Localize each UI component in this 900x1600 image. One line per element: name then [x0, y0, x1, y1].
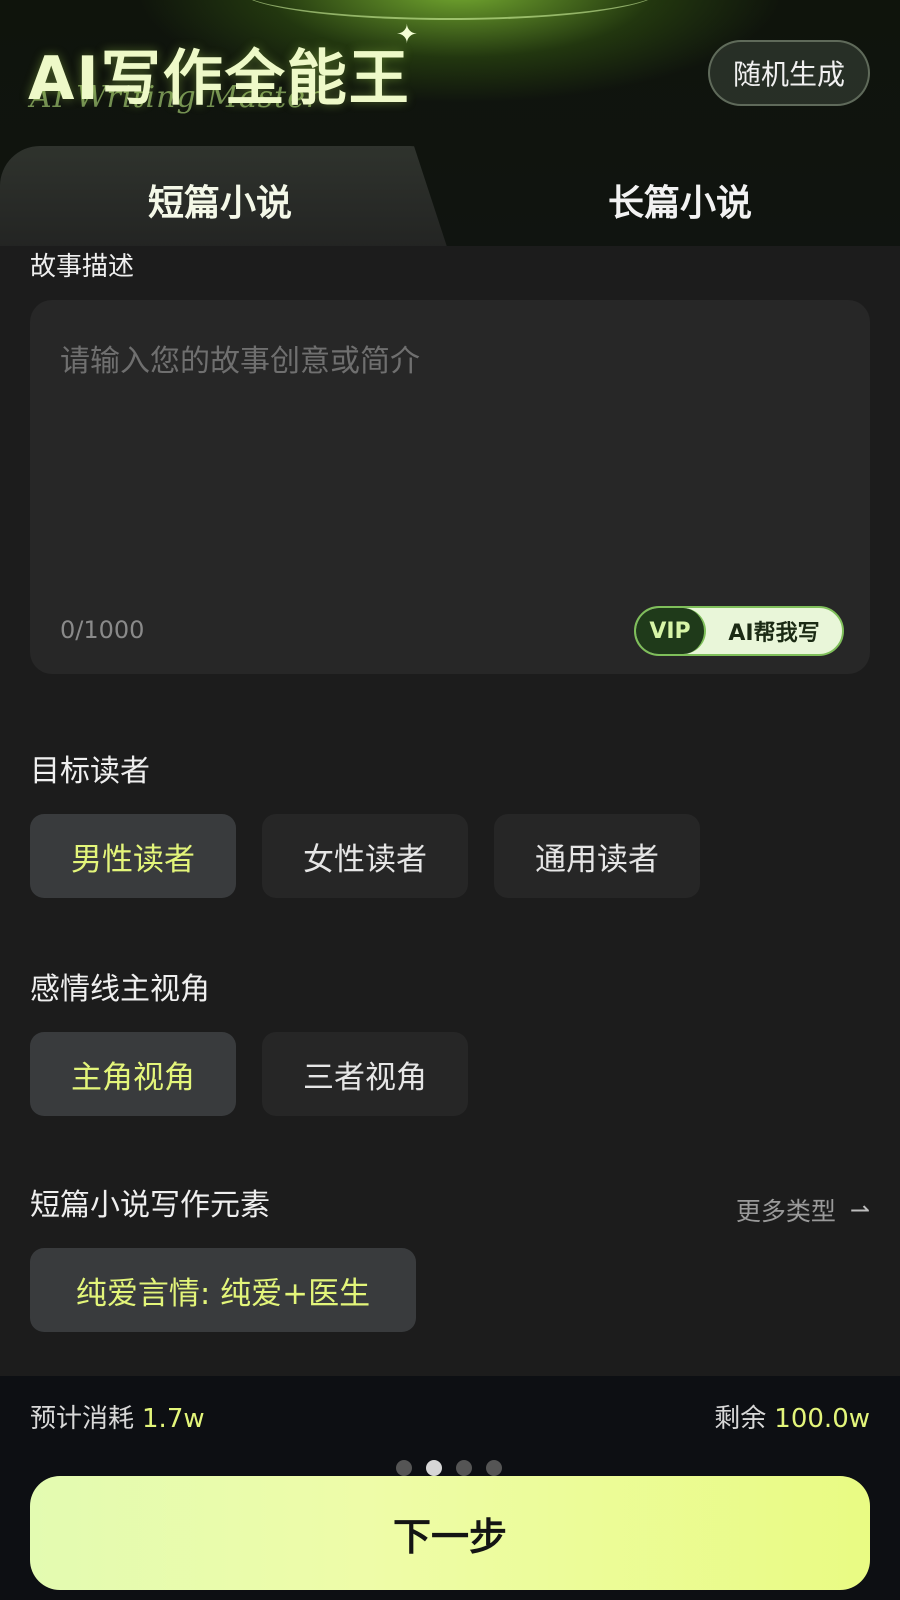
vip-badge: VIP [636, 608, 706, 654]
header-glow-arc [240, 0, 660, 20]
remaining-balance: 剩余 100.0w [714, 1398, 870, 1435]
story-placeholder: 请输入您的故事创意或简介 [60, 344, 420, 379]
more-types-link[interactable]: 更多类型 ⇀ [736, 1192, 870, 1228]
chip-female-reader[interactable]: 女性读者 [262, 814, 468, 898]
chip-third-party-view[interactable]: 三者视角 [262, 1032, 468, 1116]
writing-elements-label: 短篇小说写作元素 [30, 1188, 270, 1223]
tab-bar: 短篇小说 长篇小说 [0, 146, 900, 256]
page-dot-active [426, 1460, 442, 1476]
arrow-right-icon: ⇀ [849, 1196, 870, 1224]
story-description-label: 故事描述 [30, 252, 135, 282]
chip-protagonist-view[interactable]: 主角视角 [30, 1032, 236, 1116]
perspective-label: 感情线主视角 [30, 972, 210, 1007]
page: AI Writing Master AI写作全能王 ✦ 随机生成 短篇小说 长篇… [0, 0, 900, 1600]
estimated-cost: 预计消耗 1.7w [30, 1398, 205, 1435]
random-generate-button[interactable]: 随机生成 [708, 40, 870, 106]
estimated-cost-label: 预计消耗 [30, 1404, 135, 1434]
chip-general-reader[interactable]: 通用读者 [494, 814, 700, 898]
tab-long-story[interactable]: 长篇小说 [608, 174, 752, 226]
more-types-label: 更多类型 [735, 1197, 836, 1226]
ai-help-label: AI帮我写 [728, 621, 820, 646]
page-indicator [396, 1460, 502, 1476]
remaining-label: 剩余 [714, 1404, 767, 1434]
estimated-cost-value: 1.7w [142, 1404, 205, 1434]
char-count: 0/1000 [60, 616, 145, 644]
chip-writing-element[interactable]: 纯爱言情: 纯爱+医生 [30, 1248, 416, 1332]
story-input[interactable]: 请输入您的故事创意或简介 0/1000 VIP AI帮我写 [30, 300, 870, 674]
ai-help-write-button[interactable]: VIP AI帮我写 [634, 606, 844, 656]
sparkle-icon: ✦ [396, 20, 418, 50]
page-dot [486, 1460, 502, 1476]
remaining-value: 100.0w [774, 1404, 870, 1434]
next-step-button[interactable]: 下一步 [30, 1476, 870, 1590]
chip-male-reader[interactable]: 男性读者 [30, 814, 236, 898]
tab-short-story[interactable]: 短篇小说 [148, 174, 292, 226]
footer: 预计消耗 1.7w 剩余 100.0w 下一步 [0, 1376, 900, 1600]
main-panel: 故事描述 请输入您的故事创意或简介 0/1000 VIP AI帮我写 目标读者 … [0, 246, 900, 1376]
page-dot [396, 1460, 412, 1476]
page-dot [456, 1460, 472, 1476]
app-title: AI写作全能王 [28, 44, 411, 114]
target-reader-label: 目标读者 [30, 754, 150, 789]
